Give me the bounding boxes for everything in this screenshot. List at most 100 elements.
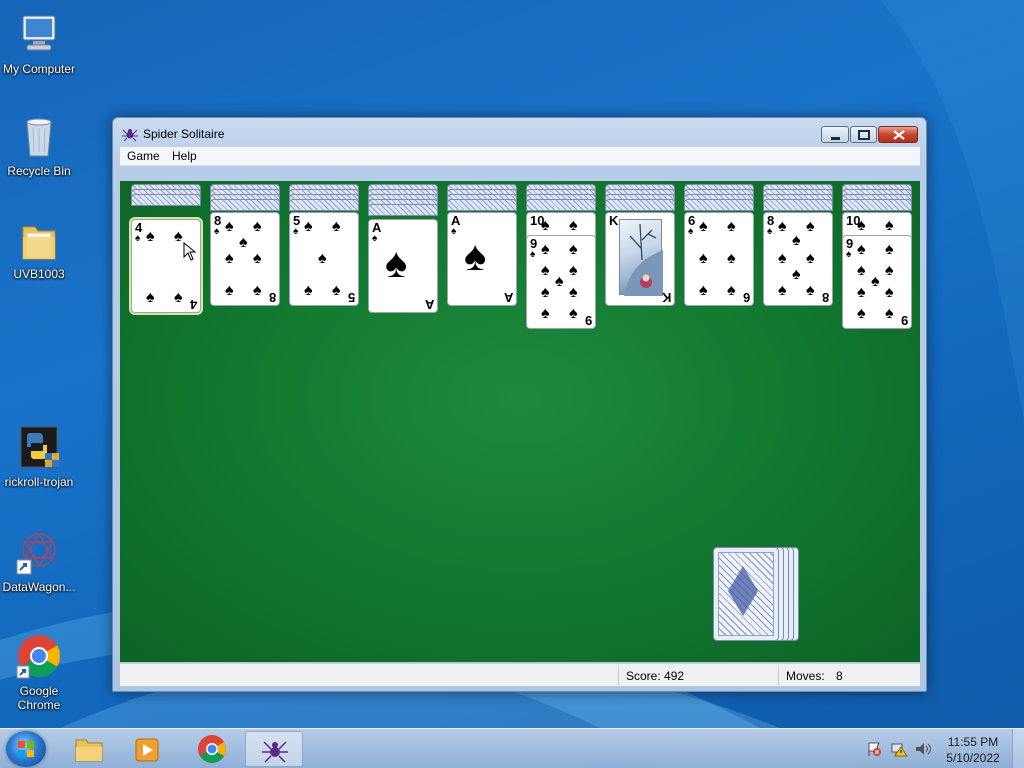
spade-pip: ♠ bbox=[332, 218, 341, 235]
score-text: Score: 492 bbox=[626, 669, 685, 683]
spade-pip: ♠ bbox=[304, 218, 313, 235]
minimize-button[interactable] bbox=[821, 126, 849, 143]
media-player-icon bbox=[135, 738, 159, 762]
card-rank: 9 bbox=[584, 313, 592, 328]
folder-icon bbox=[75, 739, 103, 762]
spade-pip: ♠ bbox=[857, 305, 866, 322]
menu-game[interactable]: Game bbox=[127, 149, 160, 163]
card-suit: ♠ bbox=[293, 226, 299, 237]
desktop-icon-recycle-bin[interactable]: Recycle Bin bbox=[0, 112, 78, 178]
show-desktop-button[interactable] bbox=[1012, 729, 1024, 768]
spade-pip: ♠ bbox=[385, 239, 408, 286]
moves-value: 8 bbox=[836, 669, 843, 683]
spade-pip: ♠ bbox=[792, 266, 801, 283]
stock-card bbox=[713, 547, 779, 641]
card-rank: 4 bbox=[189, 297, 197, 312]
clock-date[interactable]: 5/10/2022 bbox=[938, 751, 1008, 765]
face-down-card bbox=[131, 194, 201, 206]
spade-pip: ♠ bbox=[174, 228, 183, 245]
spade-pip: ♠ bbox=[857, 262, 866, 279]
card-8-spades[interactable]: 8 ♠ ♠ ♠ ♠ ♠ ♠ ♠ ♠ ♠ 8 bbox=[763, 212, 833, 306]
menu-help[interactable]: Help bbox=[172, 149, 197, 163]
game-board[interactable]: 4 ♠ ♠ ♠ ♠ ♠ 4 8 ♠ ♠ ♠ ♠ ♠ ♠ ♠ ♠ 8 5 ♠ ♠ … bbox=[120, 181, 920, 662]
card-ace-spades[interactable]: A ♠ ♠ A bbox=[368, 219, 438, 313]
menu-bar: Game Help bbox=[120, 147, 920, 166]
chrome-icon bbox=[198, 735, 226, 763]
spade-pip: ♠ bbox=[239, 234, 248, 251]
title-bar[interactable]: Spider Solitaire bbox=[113, 118, 926, 148]
start-button[interactable] bbox=[6, 731, 46, 767]
recycle-bin-icon bbox=[15, 112, 63, 160]
card-suit: ♠ bbox=[767, 226, 773, 237]
desktop-icon-datawagon[interactable]: DataWagon... bbox=[0, 528, 78, 594]
spade-pip: ♠ bbox=[885, 217, 894, 234]
desktop-icon-google-chrome[interactable]: Google Chrome bbox=[0, 632, 78, 712]
folder-icon bbox=[15, 215, 63, 263]
chrome-icon bbox=[15, 632, 63, 680]
spade-pip: ♠ bbox=[253, 250, 262, 267]
moves-label: Moves: bbox=[786, 669, 825, 683]
card-rank: K bbox=[661, 290, 671, 305]
desktop: My Computer Recycle Bin UVB1003 rickroll… bbox=[0, 0, 1024, 728]
card-suit: ♠ bbox=[688, 226, 694, 237]
face-down-card bbox=[210, 199, 280, 211]
card-ace-spades[interactable]: A ♠ ♠ A bbox=[447, 212, 517, 306]
computer-icon bbox=[15, 10, 63, 58]
king-artwork bbox=[619, 219, 663, 296]
clock-time[interactable]: 11:55 PM bbox=[938, 735, 1008, 749]
spade-pip: ♠ bbox=[569, 284, 578, 301]
volume-icon[interactable] bbox=[914, 741, 932, 762]
card-4-spades[interactable]: 4 ♠ ♠ ♠ ♠ ♠ 4 bbox=[131, 219, 201, 313]
card-9-spades[interactable]: 9 ♠ ♠ ♠ ♠ ♠ ♠ ♠ ♠ ♠ ♠ 9 bbox=[526, 235, 596, 329]
spade-pip: ♠ bbox=[806, 282, 815, 299]
python-script-icon bbox=[15, 423, 63, 471]
face-down-card bbox=[842, 199, 912, 211]
desktop-icon-label: My Computer bbox=[2, 62, 76, 76]
stock-pile[interactable] bbox=[713, 547, 803, 643]
taskbar-media-player-button[interactable] bbox=[120, 731, 178, 767]
spade-pip: ♠ bbox=[806, 218, 815, 235]
desktop-icon-label: Recycle Bin bbox=[7, 164, 71, 178]
card-suit: ♠ bbox=[530, 249, 536, 260]
taskbar-spider-solitaire-button[interactable] bbox=[245, 731, 303, 767]
card-9-spades[interactable]: 9 ♠ ♠ ♠ ♠ ♠ ♠ ♠ ♠ ♠ ♠ 9 bbox=[842, 235, 912, 329]
card-suit: ♠ bbox=[214, 226, 220, 237]
face-down-card bbox=[447, 199, 517, 211]
maximize-button[interactable] bbox=[850, 126, 877, 143]
desktop-icon-uvb1003[interactable]: UVB1003 bbox=[0, 215, 78, 281]
card-rank: 8 bbox=[268, 290, 276, 305]
spade-pip: ♠ bbox=[778, 282, 787, 299]
spade-pip: ♠ bbox=[225, 282, 234, 299]
card-king-spades[interactable]: K K bbox=[605, 212, 675, 306]
taskbar: 11:55 PM 5/10/2022 bbox=[0, 728, 1024, 768]
spade-pip: ♠ bbox=[871, 273, 880, 290]
spade-pip: ♠ bbox=[174, 289, 183, 306]
taskbar-explorer-button[interactable] bbox=[60, 731, 118, 767]
desktop-icon-my-computer[interactable]: My Computer bbox=[0, 10, 78, 76]
spider-solitaire-icon bbox=[262, 741, 288, 763]
card-rank: 5 bbox=[347, 290, 355, 305]
card-5-spades[interactable]: 5 ♠ ♠ ♠ ♠ ♠ ♠ 5 bbox=[289, 212, 359, 306]
card-rank: 6 bbox=[742, 290, 750, 305]
desktop-icon-rickroll-trojan[interactable]: rickroll-trojan bbox=[0, 423, 78, 489]
spade-pip: ♠ bbox=[569, 241, 578, 258]
spade-pip: ♠ bbox=[541, 262, 550, 279]
card-suit: ♠ bbox=[135, 233, 141, 244]
spade-pip: ♠ bbox=[253, 282, 262, 299]
spade-pip: ♠ bbox=[885, 284, 894, 301]
windows-logo-icon bbox=[18, 741, 34, 757]
spade-pip: ♠ bbox=[727, 250, 736, 267]
spade-pip: ♠ bbox=[541, 241, 550, 258]
card-8-spades[interactable]: 8 ♠ ♠ ♠ ♠ ♠ ♠ ♠ ♠ 8 bbox=[210, 212, 280, 306]
card-rank: K bbox=[609, 213, 619, 228]
spade-pip: ♠ bbox=[541, 284, 550, 301]
close-button[interactable] bbox=[878, 126, 918, 143]
spade-pip: ♠ bbox=[304, 282, 313, 299]
card-6-spades[interactable]: 6 ♠ ♠ ♠ ♠ ♠ ♠ ♠ 6 bbox=[684, 212, 754, 306]
desktop-icon-label: rickroll-trojan bbox=[4, 475, 74, 489]
network-warning-icon[interactable] bbox=[890, 741, 908, 762]
taskbar-chrome-button[interactable] bbox=[183, 731, 241, 767]
spade-pip: ♠ bbox=[778, 218, 787, 235]
spade-pip: ♠ bbox=[885, 241, 894, 258]
action-center-flag-icon[interactable] bbox=[866, 741, 882, 762]
